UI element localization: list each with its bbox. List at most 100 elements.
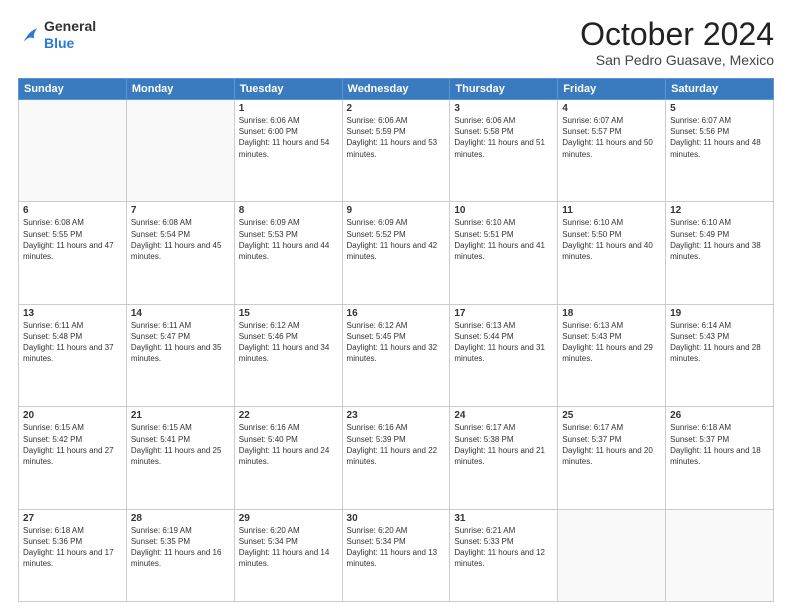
day-number: 27 — [23, 513, 122, 524]
day-info: Sunrise: 6:11 AMSunset: 5:48 PMDaylight:… — [23, 320, 122, 365]
calendar-cell — [19, 100, 127, 202]
day-number: 16 — [347, 308, 446, 319]
calendar-cell: 1Sunrise: 6:06 AMSunset: 6:00 PMDaylight… — [234, 100, 342, 202]
day-number: 10 — [454, 205, 553, 216]
calendar-cell: 29Sunrise: 6:20 AMSunset: 5:34 PMDayligh… — [234, 509, 342, 601]
calendar-week-4: 20Sunrise: 6:15 AMSunset: 5:42 PMDayligh… — [19, 407, 774, 509]
day-info: Sunrise: 6:07 AMSunset: 5:57 PMDaylight:… — [562, 115, 661, 160]
day-info: Sunrise: 6:15 AMSunset: 5:42 PMDaylight:… — [23, 422, 122, 467]
day-info: Sunrise: 6:13 AMSunset: 5:44 PMDaylight:… — [454, 320, 553, 365]
day-number: 26 — [670, 410, 769, 421]
day-info: Sunrise: 6:19 AMSunset: 5:35 PMDaylight:… — [131, 525, 230, 570]
day-info: Sunrise: 6:20 AMSunset: 5:34 PMDaylight:… — [239, 525, 338, 570]
day-number: 15 — [239, 308, 338, 319]
logo: General Blue — [18, 18, 96, 52]
day-number: 29 — [239, 513, 338, 524]
calendar-week-1: 1Sunrise: 6:06 AMSunset: 6:00 PMDaylight… — [19, 100, 774, 202]
day-number: 4 — [562, 103, 661, 114]
day-number: 17 — [454, 308, 553, 319]
weekday-header-saturday: Saturday — [666, 79, 774, 100]
calendar-cell: 11Sunrise: 6:10 AMSunset: 5:50 PMDayligh… — [558, 202, 666, 304]
logo-general-text: General — [44, 18, 96, 34]
calendar-cell: 22Sunrise: 6:16 AMSunset: 5:40 PMDayligh… — [234, 407, 342, 509]
calendar-cell: 7Sunrise: 6:08 AMSunset: 5:54 PMDaylight… — [126, 202, 234, 304]
day-info: Sunrise: 6:16 AMSunset: 5:40 PMDaylight:… — [239, 422, 338, 467]
month-title: October 2024 — [580, 18, 774, 50]
day-info: Sunrise: 6:06 AMSunset: 5:58 PMDaylight:… — [454, 115, 553, 160]
calendar-cell: 24Sunrise: 6:17 AMSunset: 5:38 PMDayligh… — [450, 407, 558, 509]
day-info: Sunrise: 6:16 AMSunset: 5:39 PMDaylight:… — [347, 422, 446, 467]
weekday-header-wednesday: Wednesday — [342, 79, 450, 100]
calendar-cell: 19Sunrise: 6:14 AMSunset: 5:43 PMDayligh… — [666, 304, 774, 406]
calendar-cell: 27Sunrise: 6:18 AMSunset: 5:36 PMDayligh… — [19, 509, 127, 601]
day-number: 18 — [562, 308, 661, 319]
day-info: Sunrise: 6:10 AMSunset: 5:50 PMDaylight:… — [562, 217, 661, 262]
calendar-cell: 5Sunrise: 6:07 AMSunset: 5:56 PMDaylight… — [666, 100, 774, 202]
day-number: 5 — [670, 103, 769, 114]
calendar-cell: 12Sunrise: 6:10 AMSunset: 5:49 PMDayligh… — [666, 202, 774, 304]
day-info: Sunrise: 6:08 AMSunset: 5:54 PMDaylight:… — [131, 217, 230, 262]
calendar-cell: 18Sunrise: 6:13 AMSunset: 5:43 PMDayligh… — [558, 304, 666, 406]
calendar-cell: 23Sunrise: 6:16 AMSunset: 5:39 PMDayligh… — [342, 407, 450, 509]
day-number: 3 — [454, 103, 553, 114]
day-info: Sunrise: 6:09 AMSunset: 5:52 PMDaylight:… — [347, 217, 446, 262]
day-info: Sunrise: 6:14 AMSunset: 5:43 PMDaylight:… — [670, 320, 769, 365]
day-number: 19 — [670, 308, 769, 319]
calendar-header-row: SundayMondayTuesdayWednesdayThursdayFrid… — [19, 79, 774, 100]
calendar-cell: 21Sunrise: 6:15 AMSunset: 5:41 PMDayligh… — [126, 407, 234, 509]
day-number: 25 — [562, 410, 661, 421]
day-info: Sunrise: 6:08 AMSunset: 5:55 PMDaylight:… — [23, 217, 122, 262]
day-number: 21 — [131, 410, 230, 421]
weekday-header-monday: Monday — [126, 79, 234, 100]
day-info: Sunrise: 6:17 AMSunset: 5:37 PMDaylight:… — [562, 422, 661, 467]
calendar-cell: 6Sunrise: 6:08 AMSunset: 5:55 PMDaylight… — [19, 202, 127, 304]
calendar-week-2: 6Sunrise: 6:08 AMSunset: 5:55 PMDaylight… — [19, 202, 774, 304]
logo-text: General Blue — [44, 18, 96, 52]
day-number: 7 — [131, 205, 230, 216]
header: General Blue October 2024 San Pedro Guas… — [18, 18, 774, 68]
day-number: 8 — [239, 205, 338, 216]
calendar-week-5: 27Sunrise: 6:18 AMSunset: 5:36 PMDayligh… — [19, 509, 774, 601]
day-info: Sunrise: 6:09 AMSunset: 5:53 PMDaylight:… — [239, 217, 338, 262]
day-number: 2 — [347, 103, 446, 114]
calendar-cell: 3Sunrise: 6:06 AMSunset: 5:58 PMDaylight… — [450, 100, 558, 202]
day-number: 28 — [131, 513, 230, 524]
calendar-cell: 28Sunrise: 6:19 AMSunset: 5:35 PMDayligh… — [126, 509, 234, 601]
calendar-cell: 9Sunrise: 6:09 AMSunset: 5:52 PMDaylight… — [342, 202, 450, 304]
day-info: Sunrise: 6:21 AMSunset: 5:33 PMDaylight:… — [454, 525, 553, 570]
calendar-cell: 30Sunrise: 6:20 AMSunset: 5:34 PMDayligh… — [342, 509, 450, 601]
calendar-cell: 20Sunrise: 6:15 AMSunset: 5:42 PMDayligh… — [19, 407, 127, 509]
day-info: Sunrise: 6:06 AMSunset: 6:00 PMDaylight:… — [239, 115, 338, 160]
calendar-cell: 16Sunrise: 6:12 AMSunset: 5:45 PMDayligh… — [342, 304, 450, 406]
location: San Pedro Guasave, Mexico — [580, 52, 774, 68]
calendar-cell: 14Sunrise: 6:11 AMSunset: 5:47 PMDayligh… — [126, 304, 234, 406]
day-info: Sunrise: 6:12 AMSunset: 5:45 PMDaylight:… — [347, 320, 446, 365]
weekday-header-tuesday: Tuesday — [234, 79, 342, 100]
logo-blue-text: Blue — [44, 35, 74, 51]
day-number: 24 — [454, 410, 553, 421]
day-number: 6 — [23, 205, 122, 216]
calendar-cell: 10Sunrise: 6:10 AMSunset: 5:51 PMDayligh… — [450, 202, 558, 304]
day-info: Sunrise: 6:10 AMSunset: 5:49 PMDaylight:… — [670, 217, 769, 262]
day-number: 11 — [562, 205, 661, 216]
day-info: Sunrise: 6:15 AMSunset: 5:41 PMDaylight:… — [131, 422, 230, 467]
weekday-header-friday: Friday — [558, 79, 666, 100]
calendar-table: SundayMondayTuesdayWednesdayThursdayFrid… — [18, 78, 774, 602]
calendar-cell: 13Sunrise: 6:11 AMSunset: 5:48 PMDayligh… — [19, 304, 127, 406]
day-number: 20 — [23, 410, 122, 421]
day-number: 30 — [347, 513, 446, 524]
day-info: Sunrise: 6:18 AMSunset: 5:37 PMDaylight:… — [670, 422, 769, 467]
day-number: 22 — [239, 410, 338, 421]
weekday-header-thursday: Thursday — [450, 79, 558, 100]
day-number: 13 — [23, 308, 122, 319]
calendar-cell: 26Sunrise: 6:18 AMSunset: 5:37 PMDayligh… — [666, 407, 774, 509]
day-number: 23 — [347, 410, 446, 421]
day-info: Sunrise: 6:13 AMSunset: 5:43 PMDaylight:… — [562, 320, 661, 365]
day-info: Sunrise: 6:11 AMSunset: 5:47 PMDaylight:… — [131, 320, 230, 365]
day-info: Sunrise: 6:17 AMSunset: 5:38 PMDaylight:… — [454, 422, 553, 467]
calendar-cell: 8Sunrise: 6:09 AMSunset: 5:53 PMDaylight… — [234, 202, 342, 304]
weekday-header-sunday: Sunday — [19, 79, 127, 100]
day-info: Sunrise: 6:18 AMSunset: 5:36 PMDaylight:… — [23, 525, 122, 570]
calendar-cell: 4Sunrise: 6:07 AMSunset: 5:57 PMDaylight… — [558, 100, 666, 202]
day-number: 12 — [670, 205, 769, 216]
